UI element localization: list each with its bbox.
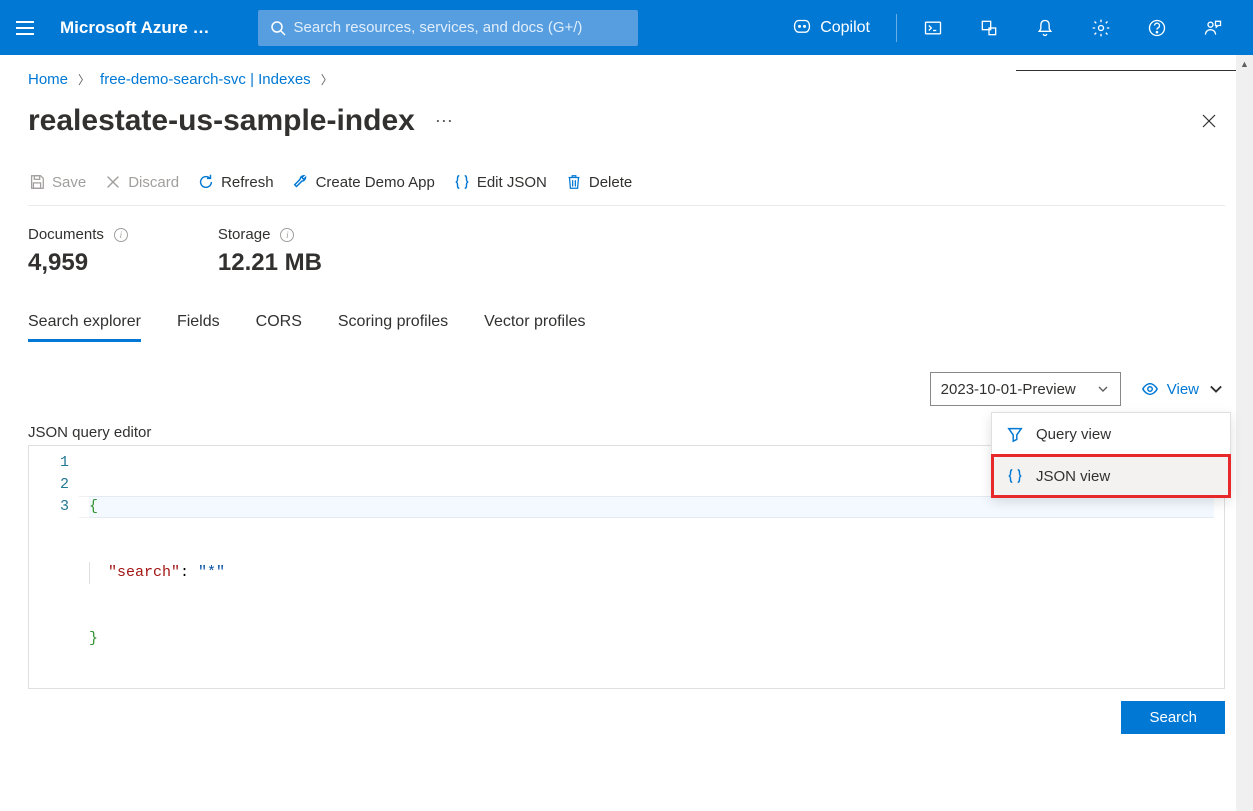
query-view-label: Query view — [1036, 426, 1111, 443]
refresh-label: Refresh — [221, 174, 274, 191]
tools-icon — [292, 173, 310, 191]
tab-fields[interactable]: Fields — [177, 305, 220, 342]
json-value: "*" — [198, 564, 225, 581]
delete-label: Delete — [589, 174, 632, 191]
edit-json-button[interactable]: Edit JSON — [453, 173, 547, 191]
brace-close: } — [89, 630, 98, 647]
divider — [896, 14, 897, 42]
tabs: Search explorer Fields CORS Scoring prof… — [28, 305, 1225, 342]
tab-vector-profiles[interactable]: Vector profiles — [484, 305, 585, 342]
search-button[interactable]: Search — [1121, 701, 1225, 734]
global-search[interactable] — [258, 10, 638, 46]
json-key: "search" — [108, 564, 180, 581]
copilot-button[interactable]: Copilot — [778, 0, 884, 55]
top-bar: Microsoft Azure … Copilot — [0, 0, 1253, 55]
create-demo-button[interactable]: Create Demo App — [292, 173, 435, 191]
braces-icon — [1006, 467, 1024, 485]
tab-scoring-profiles[interactable]: Scoring profiles — [338, 305, 448, 342]
settings-button[interactable] — [1077, 0, 1125, 55]
view-dropdown: Query view JSON view — [991, 412, 1231, 498]
brand-label[interactable]: Microsoft Azure … — [60, 18, 210, 38]
person-feedback-icon — [1203, 18, 1223, 38]
chevron-right-icon: 〉 — [78, 71, 90, 88]
view-label: View — [1167, 381, 1199, 398]
discard-icon — [104, 173, 122, 191]
info-icon[interactable]: i — [114, 228, 128, 242]
command-bar: Save Discard Refresh Create Demo App Edi… — [28, 159, 1225, 206]
search-input[interactable] — [294, 19, 626, 36]
cloud-shell-button[interactable] — [909, 0, 957, 55]
title-row: realestate-us-sample-index ⋯ — [0, 96, 1253, 158]
filter-icon — [979, 18, 999, 38]
query-view-option[interactable]: Query view — [992, 413, 1230, 455]
storage-stat: Storage i 12.21 MB — [218, 226, 322, 277]
api-version-value: 2023-10-01-Preview — [941, 381, 1076, 398]
chevron-down-icon — [1096, 382, 1110, 396]
copilot-icon — [792, 18, 812, 38]
stats-row: Documents i 4,959 Storage i 12.21 MB — [28, 206, 1225, 305]
breadcrumb: Home 〉 free-demo-search-svc | Indexes 〉 — [0, 55, 1253, 96]
api-version-select[interactable]: 2023-10-01-Preview — [930, 372, 1121, 406]
help-icon — [1147, 18, 1167, 38]
eye-icon — [1141, 380, 1159, 398]
storage-value: 12.21 MB — [218, 249, 322, 277]
json-view-label: JSON view — [1036, 468, 1110, 485]
copilot-label: Copilot — [820, 19, 870, 37]
bell-icon — [1035, 18, 1055, 38]
refresh-button[interactable]: Refresh — [197, 173, 274, 191]
line-number: 1 — [29, 452, 69, 474]
documents-value: 4,959 — [28, 249, 128, 277]
cloud-shell-icon — [923, 18, 943, 38]
breadcrumb-service[interactable]: free-demo-search-svc | Indexes — [100, 71, 311, 88]
storage-label: Storage — [218, 226, 271, 243]
view-button[interactable]: View — [1141, 380, 1225, 398]
discard-button[interactable]: Discard — [104, 173, 179, 191]
help-button[interactable] — [1133, 0, 1181, 55]
feedback-button[interactable] — [1189, 0, 1237, 55]
edit-json-label: Edit JSON — [477, 174, 547, 191]
delete-button[interactable]: Delete — [565, 173, 632, 191]
create-demo-label: Create Demo App — [316, 174, 435, 191]
notifications-button[interactable] — [1021, 0, 1069, 55]
save-button[interactable]: Save — [28, 173, 86, 191]
scroll-up-icon[interactable]: ▲ — [1236, 55, 1253, 72]
line-number: 3 — [29, 496, 69, 518]
json-view-option[interactable]: JSON view — [992, 455, 1230, 497]
save-icon — [28, 173, 46, 191]
breadcrumb-home[interactable]: Home — [28, 71, 68, 88]
braces-icon — [453, 173, 471, 191]
tab-cors[interactable]: CORS — [256, 305, 302, 342]
documents-stat: Documents i 4,959 — [28, 226, 128, 277]
more-actions-button[interactable]: ⋯ — [435, 111, 455, 132]
chevron-right-icon: 〉 — [321, 71, 333, 88]
close-button[interactable] — [1193, 105, 1225, 137]
directory-button[interactable] — [965, 0, 1013, 55]
documents-label: Documents — [28, 226, 104, 243]
brace-open: { — [89, 498, 98, 515]
tab-search-explorer[interactable]: Search explorer — [28, 305, 141, 342]
discard-label: Discard — [128, 174, 179, 191]
info-icon[interactable]: i — [280, 228, 294, 242]
close-icon — [1201, 113, 1217, 129]
page-title: realestate-us-sample-index — [28, 104, 415, 138]
search-icon — [270, 20, 286, 36]
hamburger-menu-icon[interactable] — [16, 16, 40, 40]
line-number: 2 — [29, 474, 69, 496]
trash-icon — [565, 173, 583, 191]
gear-icon — [1091, 18, 1111, 38]
refresh-icon — [197, 173, 215, 191]
scrollbar[interactable]: ▲ — [1236, 55, 1253, 811]
json-colon: : — [180, 564, 198, 581]
save-label: Save — [52, 174, 86, 191]
action-row: Search — [28, 689, 1225, 746]
filter-icon — [1006, 425, 1024, 443]
controls-row: 2023-10-01-Preview View Query view JSON … — [28, 372, 1225, 406]
chevron-down-icon — [1207, 380, 1225, 398]
line-gutter: 1 2 3 — [29, 446, 79, 688]
edge-line — [1016, 70, 1236, 71]
